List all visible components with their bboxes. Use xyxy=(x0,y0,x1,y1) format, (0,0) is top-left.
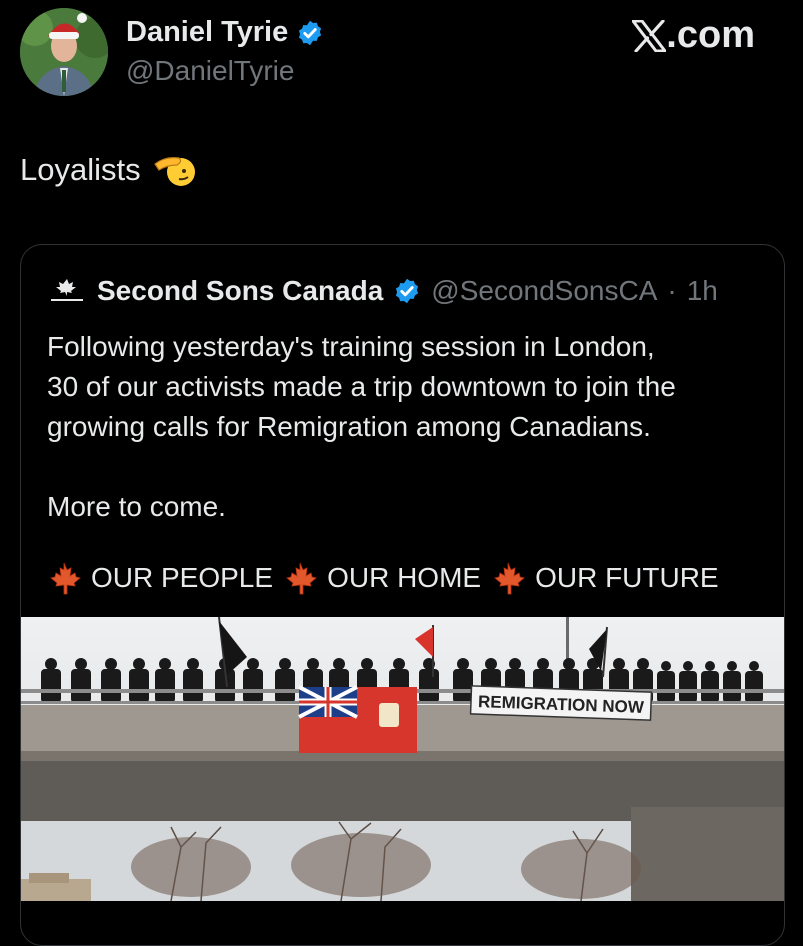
x-logo[interactable]: .com xyxy=(632,14,755,57)
quoted-author-handle[interactable]: @SecondSonsCA xyxy=(431,275,657,307)
overpass-photo: REMIGRATION NOW xyxy=(21,617,784,901)
slogan-line: OUR PEOPLE OUR HOME OUR FUTURE xyxy=(47,561,719,595)
body-line: Following yesterday's training session i… xyxy=(47,331,655,362)
quoted-author-name[interactable]: Second Sons Canada xyxy=(97,275,383,307)
body-line: growing calls for Remigration among Cana… xyxy=(47,411,651,442)
quoted-post-card[interactable]: Second Sons Canada @SecondSonsCA · 1h Foll… xyxy=(20,244,785,946)
saluting-hand-icon xyxy=(153,157,195,186)
separator-dot: · xyxy=(667,275,677,306)
x-logo-text: .com xyxy=(666,14,755,56)
quoted-post-header: Second Sons Canada @SecondSonsCA · 1h xyxy=(47,275,718,307)
slogan-part: OUR HOME xyxy=(327,562,482,593)
verified-badge-icon xyxy=(299,20,322,45)
avatar-image xyxy=(20,8,108,96)
slogan-part: OUR FUTURE xyxy=(535,562,719,593)
post-text: Loyalists xyxy=(20,152,197,188)
quoted-post-body: Following yesterday's training session i… xyxy=(47,327,767,527)
author-name[interactable]: Daniel Tyrie xyxy=(126,16,288,49)
post-photo[interactable]: REMIGRATION NOW xyxy=(21,617,784,901)
author-name-row[interactable]: Daniel Tyrie xyxy=(126,16,324,49)
post-text-content: Loyalists xyxy=(20,152,141,187)
post-timestamp[interactable]: 1h xyxy=(687,275,718,307)
second-sons-logo-icon[interactable] xyxy=(47,276,87,306)
maple-leaf-icon xyxy=(286,562,317,595)
maple-leaf-icon xyxy=(50,562,81,595)
author-handle[interactable]: @DanielTyrie xyxy=(126,55,324,87)
slogan-part: OUR PEOPLE xyxy=(91,562,274,593)
x-icon xyxy=(632,19,667,52)
body-line: 30 of our activists made a trip downtown… xyxy=(47,371,676,402)
author-info: Daniel Tyrie @DanielTyrie xyxy=(126,16,324,87)
maple-leaf-icon xyxy=(494,562,525,595)
avatar[interactable] xyxy=(20,8,108,96)
verified-badge-icon xyxy=(396,278,419,304)
body-line: More to come. xyxy=(47,491,226,522)
